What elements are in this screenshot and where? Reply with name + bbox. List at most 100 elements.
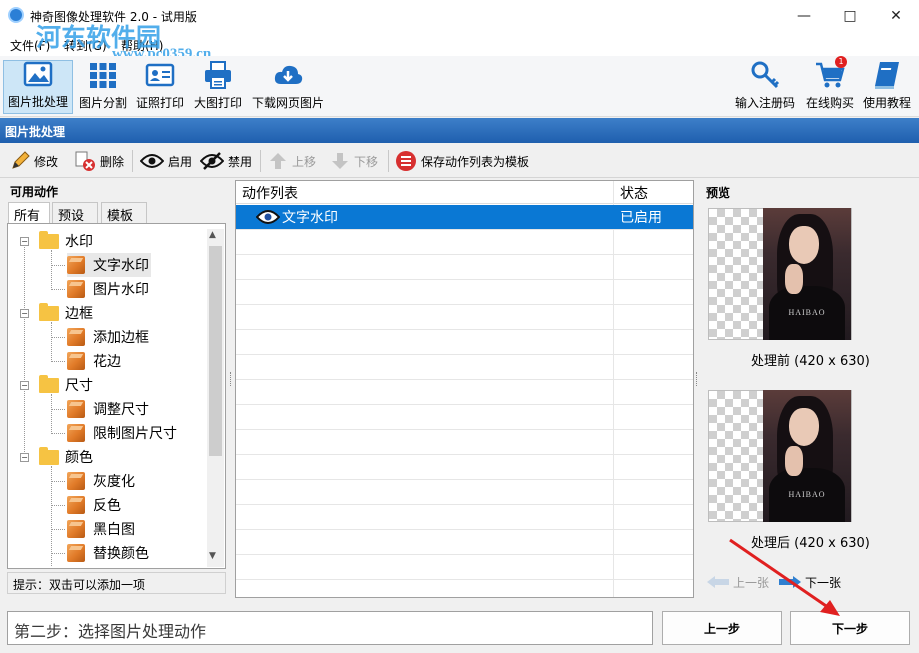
tab-all[interactable]: 所有 [8, 202, 50, 224]
enable-button[interactable]: 启用 [140, 150, 192, 172]
delete-button[interactable]: 删除 [74, 150, 124, 172]
tree-item-label: 花边 [93, 354, 121, 370]
tree-item-resize[interactable]: 调整尺寸 [67, 397, 149, 421]
collapse-toggle-icon[interactable]: − [20, 453, 29, 462]
ribbon-buy-button[interactable]: 1 在线购买 [803, 56, 857, 114]
ribbon-id-print-label: 证照打印 [135, 96, 184, 110]
tree-connector [51, 433, 65, 434]
column-divider [613, 181, 614, 597]
ribbon-tutorial-button[interactable]: 使用教程 [860, 60, 914, 114]
disable-button[interactable]: 禁用 [200, 150, 252, 172]
row-action-name: 文字水印 [282, 210, 338, 226]
move-down-label: 下移 [354, 154, 379, 169]
preview-before-label: 处理前 (420 x 630) [751, 354, 870, 369]
eye-icon[interactable] [255, 209, 281, 228]
ribbon-batch-button[interactable]: 图片批处理 [3, 60, 73, 114]
tree-item-label: 文字水印 [93, 258, 149, 274]
row-divider [236, 354, 693, 355]
tree-group-label: 尺寸 [65, 378, 93, 394]
tree-group-size[interactable]: 尺寸 [39, 373, 93, 397]
eye-icon [140, 154, 164, 168]
tree-group-color[interactable]: 颜色 [39, 445, 93, 469]
cart-icon: 1 [815, 56, 847, 90]
minimize-icon[interactable]: — [781, 0, 827, 32]
tree-item-limit-size[interactable]: 限制图片尺寸 [67, 421, 177, 445]
action-cube-icon [67, 352, 85, 370]
tree-connector [51, 481, 65, 482]
row-divider [236, 454, 693, 455]
ribbon-batch-label: 图片批处理 [7, 95, 68, 109]
column-header-status[interactable]: 状态 [614, 181, 693, 204]
tree-scroll-thumb[interactable] [209, 246, 222, 456]
key-icon [750, 60, 780, 90]
row-divider [236, 254, 693, 255]
edit-button[interactable]: 修改 [10, 150, 58, 172]
move-down-button[interactable]: 下移 [330, 150, 378, 172]
tree-connector [51, 409, 65, 410]
cloud-download-icon [273, 60, 303, 90]
tree-group-watermark[interactable]: 水印 [39, 229, 93, 253]
maximize-icon[interactable]: □ [827, 0, 873, 32]
tree-item-label: 图片水印 [93, 282, 149, 298]
ribbon-large-print-button[interactable]: 大图打印 [190, 60, 246, 114]
ribbon-download-button[interactable]: 下载网页图片 [249, 60, 327, 114]
close-icon[interactable]: ✕ [873, 0, 919, 32]
action-cube-icon [67, 544, 85, 562]
folder-icon [39, 230, 59, 249]
tree-item-label: 限制图片尺寸 [93, 426, 177, 442]
ribbon-id-print-button[interactable]: 证照打印 [133, 60, 187, 114]
photo-text: HAIBAO [788, 490, 826, 499]
scroll-down-icon[interactable]: ▼ [209, 551, 216, 561]
collapse-toggle-icon[interactable]: − [20, 309, 29, 318]
tree-connector [51, 361, 65, 362]
photo-hand [785, 446, 803, 476]
ribbon-split-label: 图片分割 [78, 96, 127, 110]
collapse-toggle-icon[interactable]: − [20, 237, 29, 246]
tree-connector [51, 394, 52, 434]
delete-icon [75, 151, 95, 171]
disable-label: 禁用 [228, 154, 253, 169]
actions-tree: − 水印 文字水印 图片水印 − 边框 添加边框 花边 − 尺寸 调整尺寸 限制… [7, 223, 226, 569]
tree-item-lace-border[interactable]: 花边 [67, 349, 121, 373]
photo-hand [785, 264, 803, 294]
tree-item-label: 添加边框 [93, 330, 149, 346]
action-cube-icon [67, 520, 85, 538]
tree-item-label: 调整尺寸 [93, 402, 149, 418]
ribbon-split-button[interactable]: 图片分割 [75, 60, 131, 114]
tree-item-black-white[interactable]: 黑白图 [67, 517, 135, 541]
preview-before-photo: HAIBAO [763, 208, 851, 340]
action-cube-icon [67, 328, 85, 346]
ribbon-download-label: 下载网页图片 [251, 96, 324, 110]
folder-icon [39, 374, 59, 393]
tree-connector [51, 289, 65, 290]
tab-presets[interactable]: 预设 [52, 202, 98, 224]
tree-group-label: 颜色 [65, 450, 93, 466]
tree-group-border[interactable]: 边框 [39, 301, 93, 325]
tree-item-grayscale[interactable]: 灰度化 [67, 469, 135, 493]
tree-item-add-border[interactable]: 添加边框 [67, 325, 149, 349]
hint-text: 提示：双击可以添加一项 [7, 572, 226, 594]
row-divider [236, 229, 693, 230]
save-template-button[interactable]: 保存动作列表为模板 [395, 150, 529, 172]
tree-item-invert[interactable]: 反色 [67, 493, 121, 517]
splitter-left[interactable] [230, 372, 233, 386]
tree-item-text-watermark[interactable]: 文字水印 [67, 253, 151, 277]
row-divider [236, 479, 693, 480]
folder-icon [39, 446, 59, 465]
available-actions-title: 可用动作 [10, 185, 59, 199]
row-divider [236, 304, 693, 305]
row-divider [236, 579, 693, 580]
action-cube-icon [67, 472, 85, 490]
tree-item-image-watermark[interactable]: 图片水印 [67, 277, 149, 301]
scroll-up-icon[interactable]: ▲ [209, 230, 216, 240]
edit-label: 修改 [34, 154, 59, 169]
ribbon-register-button[interactable]: 输入注册码 [733, 60, 797, 114]
tab-templates[interactable]: 模板 [101, 202, 147, 224]
move-up-button[interactable]: 上移 [268, 150, 316, 172]
column-header-action[interactable]: 动作列表 [236, 181, 614, 204]
id-card-icon [145, 60, 175, 90]
save-template-label: 保存动作列表为模板 [421, 154, 530, 169]
tree-connector [51, 250, 52, 290]
collapse-toggle-icon[interactable]: − [20, 381, 29, 390]
tree-item-replace-color[interactable]: 替换颜色 [67, 541, 149, 565]
